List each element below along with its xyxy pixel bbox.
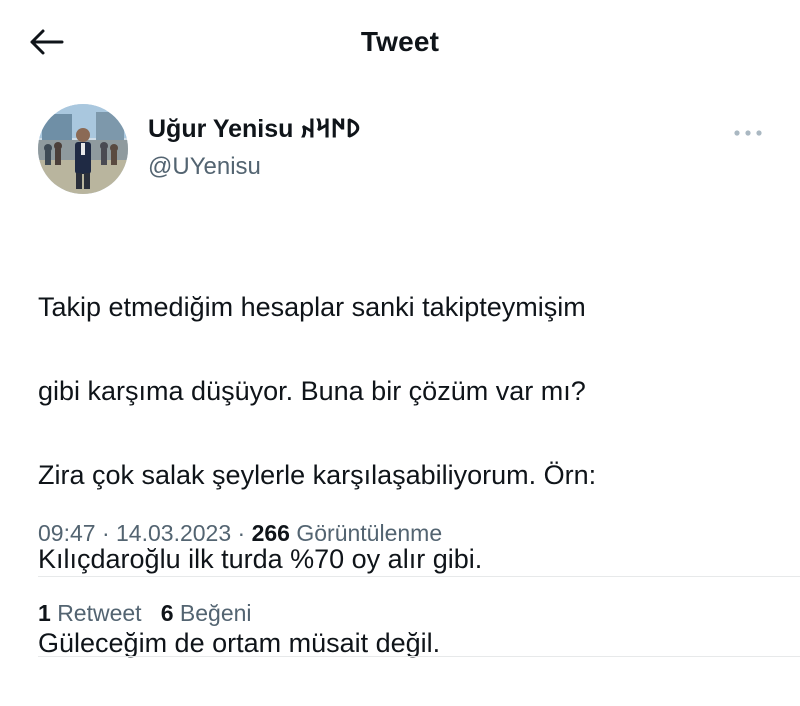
author-block: Uğur Yenisu 𐰖𐰇𐰺𐰴 @UYenisu xyxy=(148,112,360,184)
tweet-line: Zira çok salak şeylerle karşılaşabiliyor… xyxy=(38,460,597,490)
likes-label: Beğeni xyxy=(179,600,252,626)
meta-separator: · xyxy=(237,520,246,546)
tweet-text: Takip etmediğim hesaplar sanki takipteym… xyxy=(38,244,778,706)
author-handle[interactable]: @UYenisu xyxy=(148,150,360,184)
retweets-count: 1 xyxy=(38,600,51,626)
tweet-date[interactable]: 14.03.2023 xyxy=(116,520,231,546)
likes-count: 6 xyxy=(160,600,174,626)
meta-separator: · xyxy=(101,520,110,546)
avatar[interactable] xyxy=(38,104,128,194)
tweet-time[interactable]: 09:47 xyxy=(38,520,96,546)
page-title: Tweet xyxy=(360,26,440,57)
more-horizontal-icon xyxy=(734,130,762,136)
views-label: Görüntülenme xyxy=(296,520,443,546)
tweet-stats: 1 Retweet 6 Beğeni xyxy=(38,600,252,627)
divider xyxy=(38,576,800,577)
tweet-meta: 09:47 · 14.03.2023 · 266 Görüntülenme xyxy=(38,520,442,547)
author-display-name[interactable]: Uğur Yenisu 𐰖𐰇𐰺𐰴 xyxy=(148,112,360,146)
tweet-line: gibi karşıma düşüyor. Buna bir çözüm var… xyxy=(38,376,586,406)
tweet-line: Güleceğim de ortam müsait değil. xyxy=(38,628,441,658)
retweets-label: Retweet xyxy=(57,600,142,626)
divider xyxy=(38,656,800,657)
likes-stat[interactable]: 6 Beğeni xyxy=(161,600,252,626)
profile-photo xyxy=(38,104,128,194)
top-bar: Tweet xyxy=(0,0,800,86)
tweet-line: Takip etmediğim hesaplar sanki takipteym… xyxy=(38,292,586,322)
retweets-stat[interactable]: 1 Retweet xyxy=(38,600,148,626)
views-count: 266 xyxy=(251,520,290,546)
more-options-button[interactable] xyxy=(726,118,770,148)
